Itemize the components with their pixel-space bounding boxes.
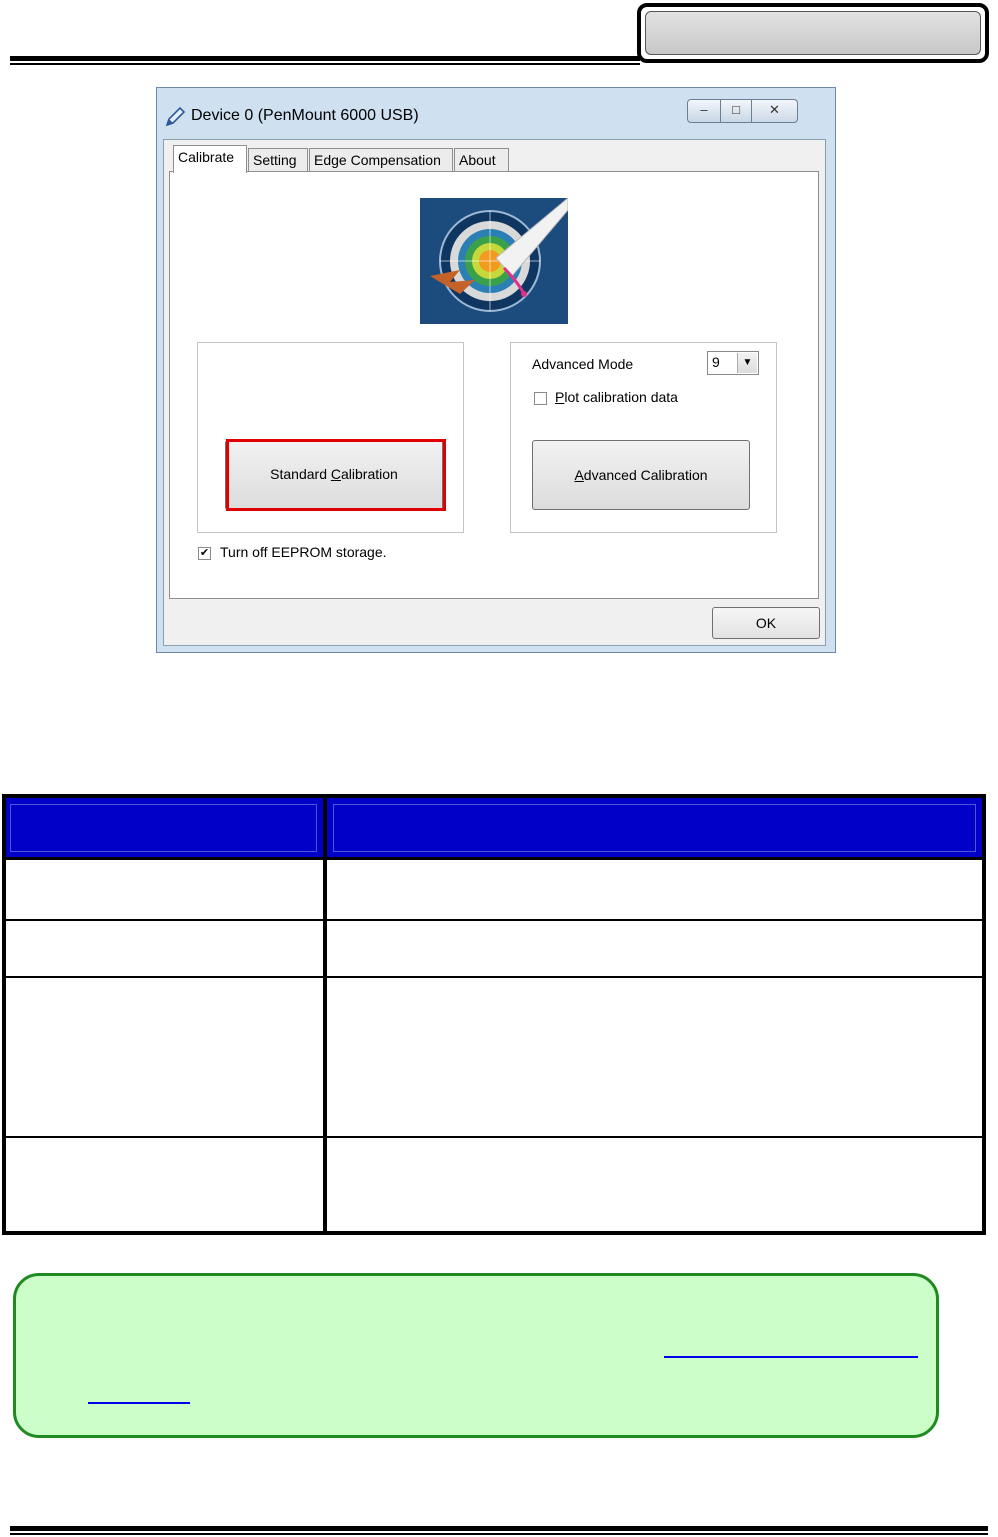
tab-edge-compensation[interactable]: Edge Compensation	[309, 148, 453, 171]
footer-rule-thin	[10, 1533, 988, 1535]
table-row	[6, 919, 982, 921]
note-link[interactable]	[88, 1402, 190, 1404]
ok-button[interactable]: OK	[712, 607, 820, 639]
table-header-cell	[333, 804, 976, 852]
note-link[interactable]	[664, 1356, 918, 1358]
description-table	[2, 794, 986, 1235]
advanced-mode-select[interactable]: 9 ▼	[707, 351, 759, 375]
calibration-target-icon	[420, 198, 568, 324]
eeprom-checkbox[interactable]: ✔	[198, 547, 211, 560]
minimize-button[interactable]: –	[687, 99, 721, 123]
tab-setting[interactable]: Setting	[248, 148, 308, 171]
column-divider	[323, 798, 327, 1231]
device-window: Device 0 (PenMount 6000 USB) – □ ✕ Calib…	[156, 87, 836, 653]
table-row	[6, 976, 982, 978]
footer-rule	[10, 1526, 988, 1531]
advanced-mode-value: 9	[712, 354, 720, 370]
calibrate-panel: Standard Calibration Advanced Mode 9 ▼ P…	[169, 171, 819, 599]
table-header	[6, 798, 982, 860]
header-rule	[10, 56, 640, 61]
close-button[interactable]: ✕	[751, 99, 798, 123]
header-tab	[637, 3, 989, 63]
plot-calibration-checkbox[interactable]	[534, 392, 547, 405]
window-title: Device 0 (PenMount 6000 USB)	[191, 107, 419, 124]
advanced-mode-label: Advanced Mode	[532, 356, 634, 372]
table-row	[6, 1136, 982, 1138]
pen-icon	[165, 106, 186, 127]
advanced-calibration-button[interactable]: Advanced Calibration	[532, 440, 750, 510]
tab-about[interactable]: About	[454, 148, 509, 171]
note-box	[13, 1273, 939, 1438]
table-header-cell	[10, 804, 317, 852]
maximize-button[interactable]: □	[720, 99, 752, 123]
chevron-down-icon[interactable]: ▼	[737, 353, 757, 373]
header-rule-thin	[10, 63, 640, 65]
eeprom-label: Turn off EEPROM storage.	[220, 544, 387, 560]
dialog-client: Calibrate Setting Edge Compensation Abou…	[163, 139, 826, 646]
plot-calibration-label: Plot calibration data	[555, 389, 678, 405]
tab-calibrate[interactable]: Calibrate	[173, 145, 247, 173]
highlight-box	[226, 439, 446, 511]
